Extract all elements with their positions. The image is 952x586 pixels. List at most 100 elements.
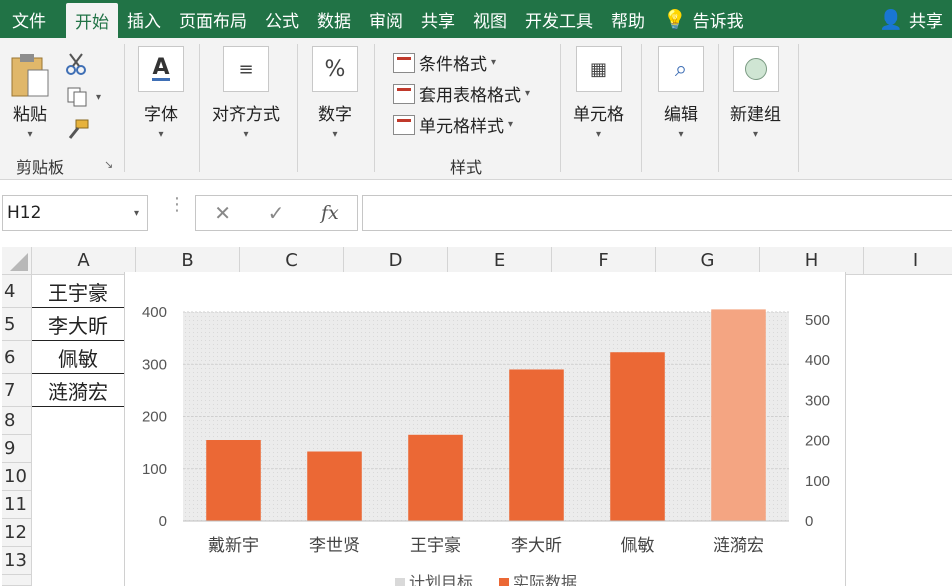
row-header[interactable]: 13 — [2, 547, 32, 575]
ribbon-separator — [718, 44, 719, 172]
dialog-launcher-icon[interactable]: ↘ — [104, 158, 113, 171]
tab-share[interactable]: 共享 — [412, 0, 464, 38]
row-header[interactable]: 11 — [2, 491, 32, 519]
table-format-icon — [393, 83, 415, 104]
chevron-down-icon: ▾ — [158, 129, 164, 140]
number-label: 数字 — [318, 105, 352, 125]
tab-page-layout[interactable]: 页面布局 — [170, 0, 256, 38]
enter-icon[interactable]: ✓ — [268, 201, 285, 225]
bar — [610, 352, 665, 521]
cell-a6[interactable]: 佩敏 — [32, 341, 124, 374]
conditional-format-label: 条件格式 — [419, 55, 487, 75]
y-tick-label-left: 400 — [142, 304, 167, 321]
row-header[interactable]: 5 — [2, 308, 32, 341]
y-tick-label-right: 0 — [805, 513, 813, 530]
bar — [711, 309, 766, 521]
lightbulb-icon: 💡 — [663, 8, 687, 31]
column-header-b[interactable]: B — [136, 247, 240, 275]
tab-home[interactable]: 开始 — [66, 3, 118, 38]
y-tick-label-left: 0 — [159, 513, 167, 530]
ribbon-separator — [199, 44, 200, 172]
column-header-f[interactable]: F — [552, 247, 656, 275]
tab-formulas[interactable]: 公式 — [256, 0, 308, 38]
drag-handle-icon[interactable]: ⋮ — [168, 196, 186, 214]
number-button[interactable]: % 数字 ▾ — [312, 46, 358, 140]
tab-insert[interactable]: 插入 — [118, 0, 170, 38]
tab-review[interactable]: 审阅 — [360, 0, 412, 38]
row-header[interactable]: 12 — [2, 519, 32, 547]
alignment-button[interactable]: ≡ 对齐方式 ▾ — [212, 46, 280, 140]
column-header-g[interactable]: G — [656, 247, 760, 275]
column-header-i[interactable]: I — [864, 247, 952, 275]
ribbon-separator — [374, 44, 375, 172]
person-icon: 👤 — [879, 8, 903, 31]
chart-area[interactable]: 0 100 200 300 400 0 100 200 300 400 500 戴新宇 李世贤 王宇豪 李大… — [124, 272, 846, 586]
cancel-icon[interactable]: ✕ — [214, 201, 231, 225]
row-header[interactable] — [2, 575, 32, 586]
align-icon: ≡ — [223, 46, 269, 92]
row-header[interactable]: 8 — [2, 407, 32, 435]
row-header[interactable]: 10 — [2, 463, 32, 491]
y-tick-label-left: 200 — [142, 409, 167, 426]
ribbon: 粘贴 ▾ ▾ 剪贴板 ↘ A 字体 ▾ ≡ 对齐方式 ▾ % 数字 ▾ 条件格式… — [0, 38, 952, 180]
chevron-down-icon: ▾ — [752, 129, 759, 140]
row-header[interactable]: 9 — [2, 435, 32, 463]
name-box-value: H12 — [7, 203, 42, 223]
y-tick-label-left: 100 — [142, 461, 167, 478]
cell-a5[interactable]: 李大昕 — [32, 308, 124, 341]
chevron-down-icon: ▾ — [243, 129, 249, 140]
column-header-a[interactable]: A — [32, 247, 136, 275]
ribbon-separator — [124, 44, 125, 172]
formula-input[interactable] — [362, 195, 952, 231]
column-header-h[interactable]: H — [760, 247, 864, 275]
tab-developer[interactable]: 开发工具 — [516, 0, 602, 38]
name-box[interactable]: H12 ▾ — [2, 195, 148, 231]
cell-a7[interactable]: 涟漪宏 — [32, 374, 124, 407]
bar-chart: 0 100 200 300 400 0 100 200 300 400 500 戴新宇 李世贤 王宇豪 李大… — [142, 304, 830, 586]
row-header[interactable]: 6 — [2, 341, 32, 374]
insert-function-icon[interactable]: fx — [321, 202, 339, 224]
select-all-button[interactable] — [2, 247, 32, 275]
conditional-formatting-button[interactable]: 条件格式 ▾ — [393, 50, 496, 75]
x-tick-label: 涟漪宏 — [713, 536, 764, 556]
cell-a4[interactable]: 王宇豪 — [32, 275, 124, 308]
row-header[interactable]: 7 — [2, 374, 32, 407]
chevron-down-icon[interactable]: ▾ — [134, 208, 139, 219]
copy-dropdown-icon[interactable]: ▾ — [96, 92, 101, 103]
font-icon: A — [138, 46, 184, 92]
column-header-d[interactable]: D — [344, 247, 448, 275]
format-painter-icon[interactable] — [66, 118, 90, 140]
tab-file[interactable]: 文件 — [0, 0, 66, 38]
tab-help[interactable]: 帮助 — [602, 0, 654, 38]
bar — [307, 451, 362, 521]
tab-data[interactable]: 数据 — [308, 0, 360, 38]
bar — [408, 434, 463, 521]
cell-styles-icon — [393, 114, 415, 135]
chevron-down-icon: ▾ — [27, 129, 33, 140]
y-tick-label-right: 300 — [805, 392, 830, 409]
column-header-c[interactable]: C — [240, 247, 344, 275]
new-group-label: 新建组 — [730, 105, 781, 125]
cell-styles-button[interactable]: 单元格样式 ▾ — [393, 112, 513, 137]
share-button[interactable]: 👤 共享 — [870, 0, 952, 38]
y-tick-label-right: 200 — [805, 433, 830, 450]
cells-button[interactable]: ▦ 单元格 ▾ — [573, 46, 624, 140]
legend-label: 实际数据 — [513, 573, 577, 586]
clipboard-icon — [11, 54, 49, 97]
share-label: 共享 — [909, 11, 943, 32]
copy-icon[interactable] — [66, 86, 88, 108]
new-group-button[interactable]: 新建组 ▾ — [730, 46, 781, 140]
y-tick-label-left: 300 — [142, 356, 167, 373]
paste-button[interactable]: 粘贴 ▾ — [8, 52, 52, 140]
row-header[interactable]: 4 — [2, 275, 32, 308]
format-as-table-button[interactable]: 套用表格格式 ▾ — [393, 81, 530, 106]
column-header-e[interactable]: E — [448, 247, 552, 275]
editing-button[interactable]: ⌕ 编辑 ▾ — [658, 46, 704, 140]
tab-view[interactable]: 视图 — [464, 0, 516, 38]
font-button[interactable]: A 字体 ▾ — [138, 46, 184, 140]
cut-icon[interactable] — [64, 52, 88, 76]
chevron-down-icon: ▾ — [491, 57, 497, 68]
tell-me-search[interactable]: 💡 告诉我 — [654, 0, 753, 38]
x-tick-label: 李世贤 — [309, 536, 360, 556]
chevron-down-icon: ▾ — [595, 129, 602, 140]
